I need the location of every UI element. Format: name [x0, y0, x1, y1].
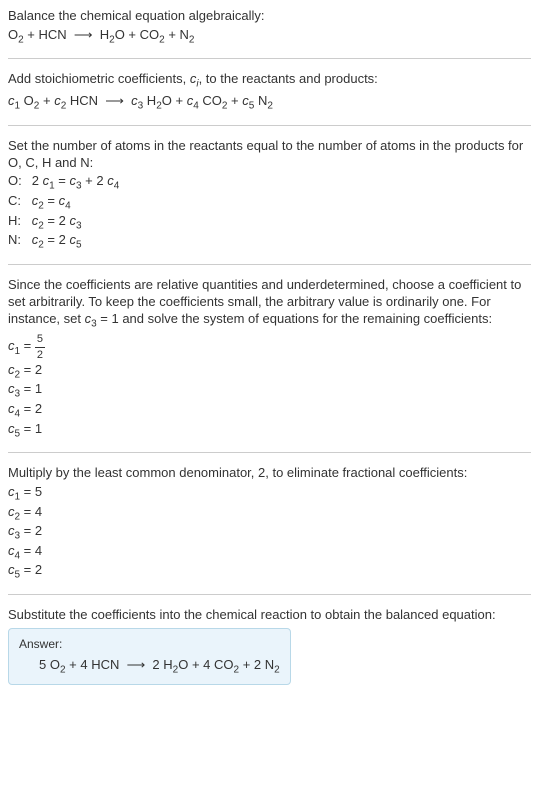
step1-equation: c1 O2 + c2 HCN ⟶ c3 H2O + c4 CO2 + c5 N2 — [8, 93, 531, 113]
coeff-c3: c3 = 1 — [8, 381, 531, 401]
step3-section: Since the coefficients are relative quan… — [8, 277, 531, 440]
atom-row: C: c2 = c4 — [8, 193, 129, 213]
intro-equation: O2 + HCN ⟶ H2O + CO2 + N2 — [8, 27, 531, 47]
atom-label: N: — [8, 232, 32, 252]
answer-box: Answer: 5 O2 + 4 HCN ⟶ 2 H2O + 4 CO2 + 2… — [8, 628, 291, 685]
divider — [8, 264, 531, 265]
coeff-c5: c5 = 1 — [8, 421, 531, 441]
coeff-c4: c4 = 4 — [8, 543, 531, 563]
divider — [8, 58, 531, 59]
step4-text: Multiply by the least common denominator… — [8, 465, 531, 482]
atom-eq: 2 c1 = c3 + 2 c4 — [32, 173, 130, 193]
coeff-c2: c2 = 2 — [8, 362, 531, 382]
coeff-c1: c1 = 5 — [8, 484, 531, 504]
coeff-c1: c1 = 52 — [8, 332, 531, 362]
step2-section: Set the number of atoms in the reactants… — [8, 138, 531, 252]
answer-label: Answer: — [19, 637, 280, 653]
atom-equations: O: 2 c1 = c3 + 2 c4 C: c2 = c4 H: c2 = 2… — [8, 173, 129, 251]
step3-text: Since the coefficients are relative quan… — [8, 277, 531, 330]
atom-label: C: — [8, 193, 32, 213]
atom-eq: c2 = c4 — [32, 193, 130, 213]
atom-label: H: — [8, 213, 32, 233]
answer-equation: 5 O2 + 4 HCN ⟶ 2 H2O + 4 CO2 + 2 N2 — [19, 657, 280, 677]
divider — [8, 594, 531, 595]
intro-section: Balance the chemical equation algebraica… — [8, 8, 531, 46]
coeff-c4: c4 = 2 — [8, 401, 531, 421]
atom-eq: c2 = 2 c3 — [32, 213, 130, 233]
step5-text: Substitute the coefficients into the che… — [8, 607, 531, 624]
atom-row: H: c2 = 2 c3 — [8, 213, 129, 233]
step2-text: Set the number of atoms in the reactants… — [8, 138, 531, 172]
step5-section: Substitute the coefficients into the che… — [8, 607, 531, 685]
step1-section: Add stoichiometric coefficients, ci, to … — [8, 71, 531, 112]
atom-row: N: c2 = 2 c5 — [8, 232, 129, 252]
coeff-c3: c3 = 2 — [8, 523, 531, 543]
coeff-c5: c5 = 2 — [8, 562, 531, 582]
atom-eq: c2 = 2 c5 — [32, 232, 130, 252]
atom-label: O: — [8, 173, 32, 193]
atom-row: O: 2 c1 = c3 + 2 c4 — [8, 173, 129, 193]
divider — [8, 452, 531, 453]
step1-text: Add stoichiometric coefficients, ci, to … — [8, 71, 531, 91]
divider — [8, 125, 531, 126]
step4-section: Multiply by the least common denominator… — [8, 465, 531, 582]
intro-text: Balance the chemical equation algebraica… — [8, 8, 531, 25]
coeff-c2: c2 = 4 — [8, 504, 531, 524]
